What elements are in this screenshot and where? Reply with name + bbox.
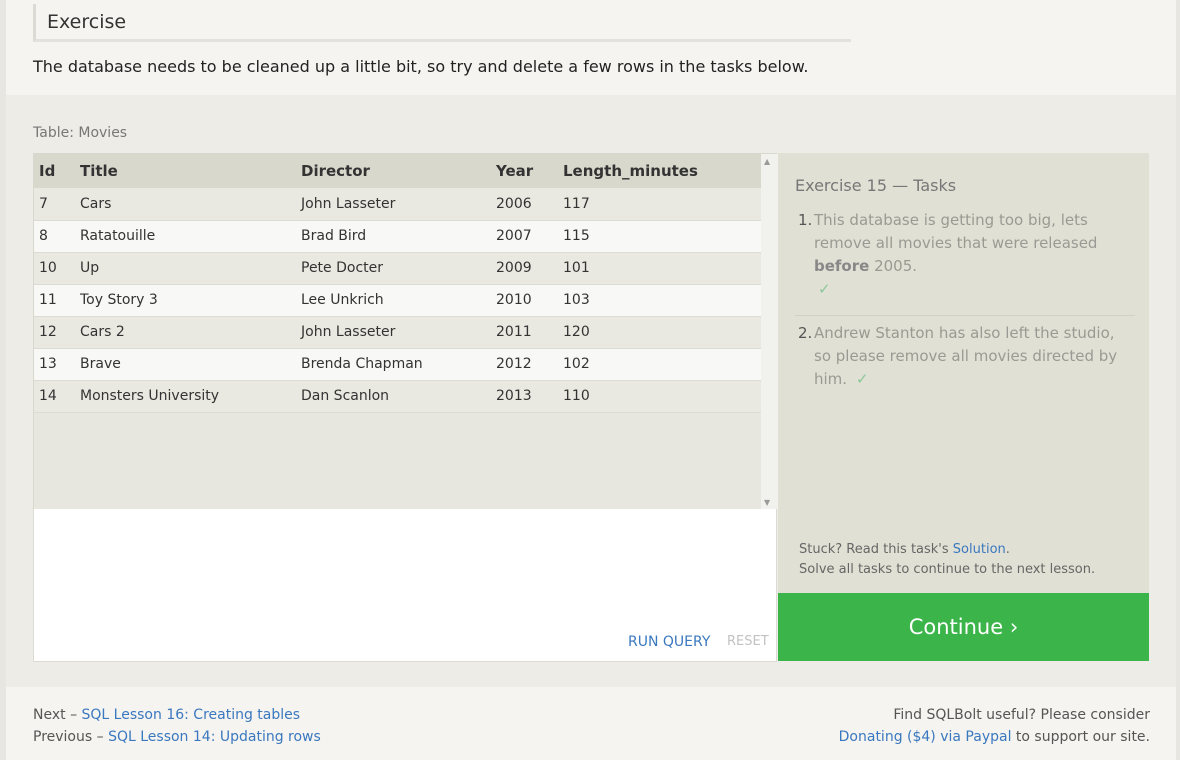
cell-year: 2009 — [496, 260, 532, 276]
task-number: 1. — [798, 211, 813, 229]
cell-year: 2012 — [496, 356, 532, 372]
table-row: 12 Cars 2 John Lasseter 2011 120 — [34, 316, 761, 348]
continue-button[interactable]: Continue › — [778, 593, 1149, 661]
next-lesson-link[interactable]: SQL Lesson 16: Creating tables — [82, 707, 301, 723]
cell-length: 117 — [563, 195, 590, 212]
stuck-prefix: Stuck? Read this task's — [799, 542, 953, 557]
results-table-pane[interactable]: Id Title Director Year Length_minutes 7 … — [33, 153, 778, 510]
cell-title: Ratatouille — [80, 228, 156, 244]
cell-length: 102 — [563, 356, 590, 372]
solve-all-text: Solve all tasks to continue to the next … — [799, 562, 1096, 577]
column-header-id: Id — [39, 162, 56, 180]
exercise-intro-text: The database needs to be cleaned up a li… — [33, 57, 809, 76]
exercise-intro-section: Exercise The database needs to be cleane… — [6, 0, 1176, 95]
donation-note: Find SQLBolt useful? Please consider Don… — [839, 704, 1150, 748]
next-prefix: Next – — [33, 707, 82, 723]
table-label: Table: Movies — [33, 125, 128, 141]
table-row: 8 Ratatouille Brad Bird 2007 115 — [34, 220, 761, 252]
reset-button[interactable]: RESET — [727, 634, 769, 649]
cell-length: 101 — [563, 260, 590, 276]
task-list: 1. This database is getting too big, let… — [795, 209, 1135, 391]
movies-table: Id Title Director Year Length_minutes 7 … — [34, 154, 761, 413]
task-item: 1. This database is getting too big, let… — [795, 209, 1135, 316]
cell-title: Up — [80, 260, 100, 276]
cell-year: 2013 — [496, 388, 532, 404]
cell-year: 2007 — [496, 228, 532, 244]
table-row: 13 Brave Brenda Chapman 2012 102 — [34, 348, 761, 380]
cell-director: John Lasseter — [301, 324, 396, 340]
scroll-down-arrow-icon[interactable]: ▼ — [764, 498, 770, 507]
cell-title: Toy Story 3 — [80, 292, 158, 308]
tasks-title: Exercise 15 — Tasks — [795, 176, 957, 195]
lesson-footer: Next – SQL Lesson 16: Creating tables Pr… — [6, 687, 1176, 760]
table-row: 14 Monsters University Dan Scanlon 2013 … — [34, 380, 761, 412]
checkmark-icon: ✓ — [855, 370, 869, 388]
task-text-bold: before — [814, 257, 870, 275]
donation-text: Find SQLBolt useful? Please consider — [893, 707, 1150, 723]
cell-length: 103 — [563, 292, 590, 308]
cell-id: 12 — [39, 324, 57, 340]
table-row: 10 Up Pete Docter 2009 101 — [34, 252, 761, 284]
task-item: 2. Andrew Stanton has also left the stud… — [795, 322, 1135, 391]
cell-id: 7 — [39, 195, 48, 212]
donation-suffix: to support our site. — [1011, 729, 1150, 745]
scroll-up-arrow-icon[interactable]: ▲ — [764, 157, 770, 166]
cell-title: Monsters University — [80, 388, 220, 404]
cell-director: Lee Unkrich — [301, 292, 384, 308]
previous-prefix: Previous – — [33, 729, 109, 745]
cell-length: 115 — [563, 228, 590, 244]
table-row: 11 Toy Story 3 Lee Unkrich 2010 103 — [34, 284, 761, 316]
task-text: This database is getting too big, lets r… — [814, 211, 1098, 252]
table-header-row: Id Title Director Year Length_minutes — [34, 154, 761, 188]
solution-link[interactable]: Solution — [953, 542, 1006, 557]
cell-director: Dan Scanlon — [301, 388, 390, 404]
column-header-year: Year — [496, 162, 534, 180]
cell-id: 10 — [39, 260, 57, 276]
task-text-end: 2005. — [869, 257, 918, 275]
cell-year: 2006 — [496, 195, 532, 212]
cell-year: 2010 — [496, 292, 532, 308]
cell-director: John Lasseter — [301, 195, 396, 212]
donate-link[interactable]: Donating ($4) via Paypal — [839, 729, 1012, 745]
cell-director: Brad Bird — [301, 228, 367, 244]
cell-length: 120 — [563, 324, 590, 340]
table-scrollbar[interactable]: ▲ ▼ — [761, 154, 778, 510]
stuck-suffix: . — [1005, 542, 1010, 557]
cell-year: 2011 — [496, 324, 532, 340]
cell-id: 11 — [39, 292, 57, 308]
cell-id: 13 — [39, 356, 57, 372]
cell-title: Cars — [80, 195, 112, 212]
column-header-length-minutes: Length_minutes — [563, 162, 698, 180]
cell-length: 110 — [563, 388, 590, 404]
exercise-heading: Exercise — [33, 4, 851, 42]
stuck-hint: Stuck? Read this task's Solution. Solve … — [799, 540, 1095, 580]
cell-director: Brenda Chapman — [301, 356, 423, 372]
cell-title: Brave — [80, 356, 121, 372]
task-number: 2. — [798, 324, 813, 342]
page: Exercise The database needs to be cleane… — [6, 0, 1176, 760]
previous-lesson-link[interactable]: SQL Lesson 14: Updating rows — [108, 729, 321, 745]
sql-query-editor[interactable]: RUN QUERY RESET — [33, 509, 777, 662]
exercise-workspace: Table: Movies Id Title Director Year Len… — [6, 95, 1176, 687]
cell-director: Pete Docter — [301, 260, 384, 276]
checkmark-icon: ✓ — [818, 280, 831, 298]
lesson-navigation: Next – SQL Lesson 16: Creating tables Pr… — [33, 704, 321, 748]
cell-id: 14 — [39, 388, 57, 404]
column-header-director: Director — [301, 162, 370, 180]
table-row: 7 Cars John Lasseter 2006 117 — [34, 188, 761, 220]
cell-title: Cars 2 — [80, 324, 125, 340]
column-header-title: Title — [80, 162, 118, 180]
run-query-button[interactable]: RUN QUERY — [628, 634, 710, 650]
cell-id: 8 — [39, 228, 48, 244]
tasks-panel: Exercise 15 — Tasks 1. This database is … — [778, 153, 1149, 593]
